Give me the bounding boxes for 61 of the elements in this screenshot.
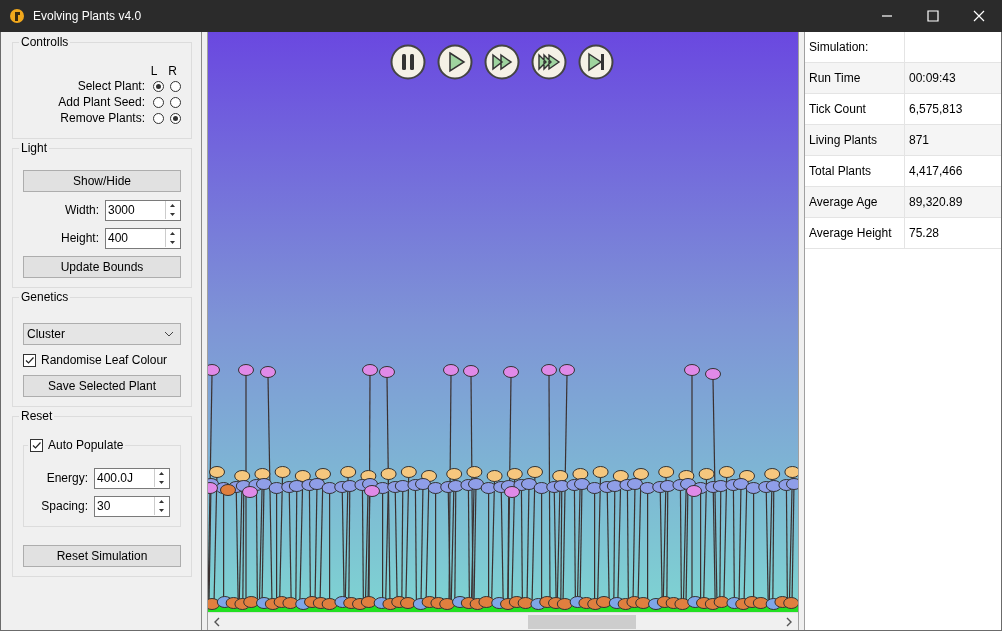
chevron-down-icon	[164, 331, 174, 337]
field-label: Height:	[60, 231, 99, 245]
dropdown-value: Cluster	[27, 327, 65, 341]
window-title: Evolving Plants v4.0	[33, 9, 142, 23]
checkbox-label: Randomise Leaf Colour	[41, 353, 168, 367]
group-title: Light	[19, 141, 50, 155]
number-field[interactable]: 400.0J	[94, 467, 170, 489]
scrollbar-thumb[interactable]	[528, 614, 636, 629]
stat-label: Run Time	[805, 63, 905, 93]
number-field[interactable]: 30	[94, 495, 170, 517]
play-icon	[449, 51, 466, 73]
fast-forward-icon	[492, 53, 513, 71]
stat-label: Living Plants	[805, 125, 905, 155]
stat-value: 89,320.89	[908, 194, 964, 211]
radio-button[interactable]	[153, 112, 164, 124]
fast-button[interactable]	[484, 44, 520, 80]
radio-button[interactable]	[170, 80, 181, 92]
triple-forward-icon	[538, 53, 561, 71]
stat-value: 6,575,813	[908, 101, 964, 118]
faster-button[interactable]	[531, 44, 567, 80]
field-label: Energy:	[46, 471, 88, 485]
radio-button[interactable]	[153, 96, 164, 108]
column-label: L	[150, 64, 158, 78]
stat-value: 00:09:43	[908, 70, 957, 87]
group-title: Controlls	[19, 35, 71, 49]
radio-label: Select Plant:	[77, 79, 145, 93]
pause-icon	[402, 54, 414, 70]
stat-label: Total Plants	[805, 156, 905, 186]
column-label: R	[168, 64, 177, 78]
skip-forward-icon	[588, 52, 604, 72]
stat-value: 4,417,466	[908, 163, 964, 180]
play-button[interactable]	[437, 44, 473, 80]
field-label: Width:	[65, 203, 99, 217]
field-label: Spacing:	[41, 499, 88, 513]
update-bounds-button[interactable]: Update Bounds	[23, 256, 181, 278]
reset-simulation-button[interactable]: Reset Simulation	[23, 545, 181, 567]
stat-label: Average Age	[805, 187, 905, 217]
save-plant-button[interactable]: Save Selected Plant	[23, 375, 181, 397]
horizontal-scrollbar[interactable]	[208, 612, 798, 630]
checkbox[interactable]	[23, 353, 36, 367]
table-heading: Simulation:	[805, 32, 905, 62]
number-field[interactable]: 400	[105, 227, 181, 249]
helmet-icon	[9, 8, 25, 24]
group-title: Reset	[19, 409, 55, 423]
pause-button[interactable]	[390, 44, 426, 80]
radio-button[interactable]	[170, 112, 181, 124]
stat-value: 75.28	[908, 225, 941, 242]
number-field[interactable]: 3000	[105, 199, 181, 221]
radio-button[interactable]	[153, 80, 164, 92]
radio-label: Add Plant Seed:	[58, 95, 145, 109]
step-button[interactable]	[578, 44, 614, 80]
checkbox[interactable]	[30, 438, 43, 452]
dropdown[interactable]: Cluster	[23, 323, 181, 345]
group-title: Genetics	[19, 290, 71, 304]
stat-label: Average Height	[805, 218, 905, 248]
radio-button[interactable]	[170, 96, 181, 108]
checkbox-label: Auto Populate	[48, 438, 124, 452]
stat-label: Tick Count	[805, 94, 905, 124]
radio-label: Remove Plants:	[60, 111, 145, 125]
stat-value: 871	[908, 132, 931, 149]
show-hide-button[interactable]: Show/Hide	[23, 170, 181, 192]
